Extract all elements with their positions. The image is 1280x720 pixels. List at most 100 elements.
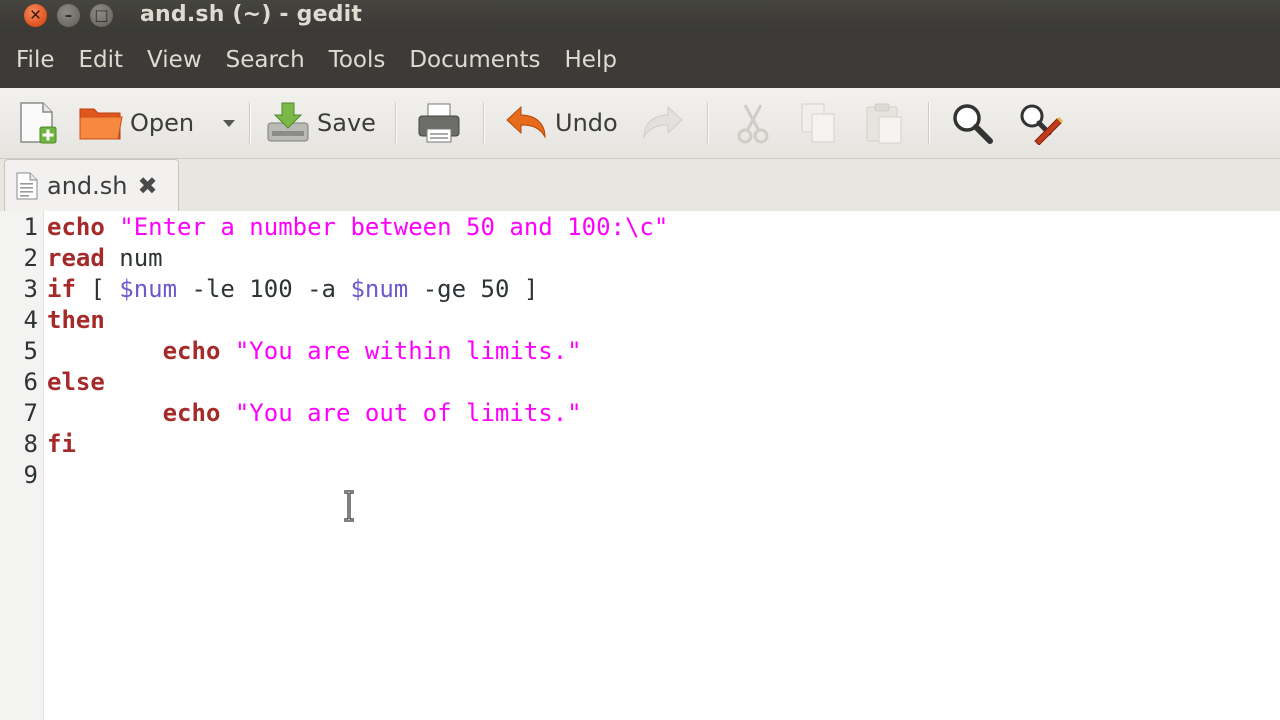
text-editor[interactable]: 1 echo "Enter a number between 50 and 100…	[0, 211, 1280, 720]
save-label: Save	[317, 109, 376, 137]
line-number: 5	[23, 337, 38, 365]
text-token: num	[104, 244, 163, 272]
line-number: 8	[23, 430, 38, 458]
keyword-token: echo	[47, 213, 105, 241]
maximize-window-button[interactable]: □	[90, 4, 113, 27]
paste-icon	[866, 103, 902, 144]
variable-token: $num	[350, 275, 409, 303]
code-line: 9	[0, 460, 1280, 491]
title-bar: ✕ – □ and.sh (~) - gedit	[0, 0, 1280, 33]
undo-button[interactable]: Undo	[503, 98, 618, 148]
line-number: 7	[23, 399, 38, 427]
keyword-token: else	[47, 368, 105, 396]
save-button[interactable]: Save	[265, 98, 376, 148]
chevron-down-icon	[223, 120, 235, 127]
line-number: 9	[23, 461, 38, 489]
keyword-token: then	[47, 306, 105, 334]
redo-button[interactable]	[642, 98, 686, 148]
keyword-token: read	[47, 244, 105, 272]
find-button[interactable]	[950, 98, 994, 148]
toolbar-separator	[707, 102, 709, 144]
line-code: echo "Enter a number between 50 and 100:…	[47, 212, 668, 243]
toolbar: Open Save Undo	[0, 88, 1280, 159]
find-replace-button[interactable]	[1017, 98, 1063, 148]
menu-edit[interactable]: Edit	[67, 33, 136, 88]
menu-file[interactable]: File	[4, 33, 67, 88]
line-number: 3	[23, 275, 38, 303]
new-document-icon	[20, 102, 57, 144]
code-line: 5 echo "You are within limits."	[0, 336, 1280, 367]
close-window-button[interactable]: ✕	[24, 4, 47, 27]
line-code: then	[47, 305, 105, 336]
keyword-token: if	[47, 275, 76, 303]
search-icon	[953, 104, 993, 144]
toolbar-separator	[395, 102, 397, 144]
text-cursor-icon	[344, 490, 354, 522]
copy-icon	[801, 103, 835, 143]
line-code: else	[47, 367, 105, 398]
code-line: 3 if [ $num -le 100 -a $num -ge 50 ]	[0, 274, 1280, 305]
line-code: echo "You are within limits."	[47, 336, 582, 367]
window-title: and.sh (~) - gedit	[140, 2, 363, 27]
cut-icon	[737, 104, 769, 144]
line-code: if [ $num -le 100 -a $num -ge 50 ]	[47, 274, 538, 305]
line-number: 1	[23, 213, 38, 241]
toolbar-separator	[249, 102, 251, 144]
menu-tools[interactable]: Tools	[317, 33, 398, 88]
line-number: 6	[23, 368, 38, 396]
undo-icon	[506, 105, 546, 139]
copy-button[interactable]	[798, 98, 840, 148]
cut-button[interactable]	[733, 98, 773, 148]
print-button[interactable]	[416, 98, 462, 148]
open-button[interactable]: Open	[78, 98, 194, 148]
code-line: 4 then	[0, 305, 1280, 336]
new-document-button[interactable]	[16, 98, 60, 148]
text-token: [	[75, 275, 120, 303]
print-icon	[418, 103, 460, 143]
text-token: -le 100 -a	[177, 275, 351, 303]
toolbar-separator	[483, 102, 485, 144]
text-token: -ge 50 ]	[408, 275, 539, 303]
string-token: "Enter a number between 50 and 100:\c"	[119, 213, 669, 241]
gedit-window: ✕ – □ and.sh (~) - gedit File Edit View …	[0, 0, 1280, 720]
tab-strip: and.sh ✖	[0, 159, 1280, 211]
keyword-token: fi	[47, 430, 76, 458]
line-number: 2	[23, 244, 38, 272]
tab-label: and.sh	[47, 171, 128, 200]
save-icon	[267, 102, 309, 142]
menu-view[interactable]: View	[135, 33, 214, 88]
undo-label: Undo	[555, 109, 618, 137]
variable-token: $num	[119, 275, 178, 303]
open-label: Open	[130, 109, 195, 137]
tab-and-sh[interactable]: and.sh ✖	[4, 159, 179, 211]
open-folder-icon	[79, 108, 123, 140]
line-code: echo "You are out of limits."	[47, 398, 582, 429]
paste-button[interactable]	[863, 98, 905, 148]
code-line: 7 echo "You are out of limits."	[0, 398, 1280, 429]
code-line: 8 fi	[0, 429, 1280, 460]
line-code: read num	[47, 243, 163, 274]
line-code: fi	[47, 429, 76, 460]
line-number: 4	[23, 306, 38, 334]
menu-help[interactable]: Help	[552, 33, 628, 88]
open-recent-dropdown[interactable]	[220, 98, 238, 148]
code-line: 6 else	[0, 367, 1280, 398]
keyword-token: echo	[162, 337, 221, 365]
string-token: "You are out of limits."	[234, 399, 582, 427]
tab-close-icon[interactable]: ✖	[138, 172, 158, 200]
minimize-window-button[interactable]: –	[57, 4, 80, 27]
code-line: 2 read num	[0, 243, 1280, 274]
code-line: 1 echo "Enter a number between 50 and 100…	[0, 212, 1280, 243]
replace-icon	[1020, 104, 1063, 145]
menu-search[interactable]: Search	[214, 33, 317, 88]
keyword-token: echo	[162, 399, 221, 427]
string-token: "You are within limits."	[234, 337, 582, 365]
text-file-icon	[16, 172, 38, 199]
menu-bar: File Edit View Search Tools Documents He…	[0, 33, 1280, 88]
menu-documents[interactable]: Documents	[397, 33, 552, 88]
toolbar-separator	[928, 102, 930, 144]
